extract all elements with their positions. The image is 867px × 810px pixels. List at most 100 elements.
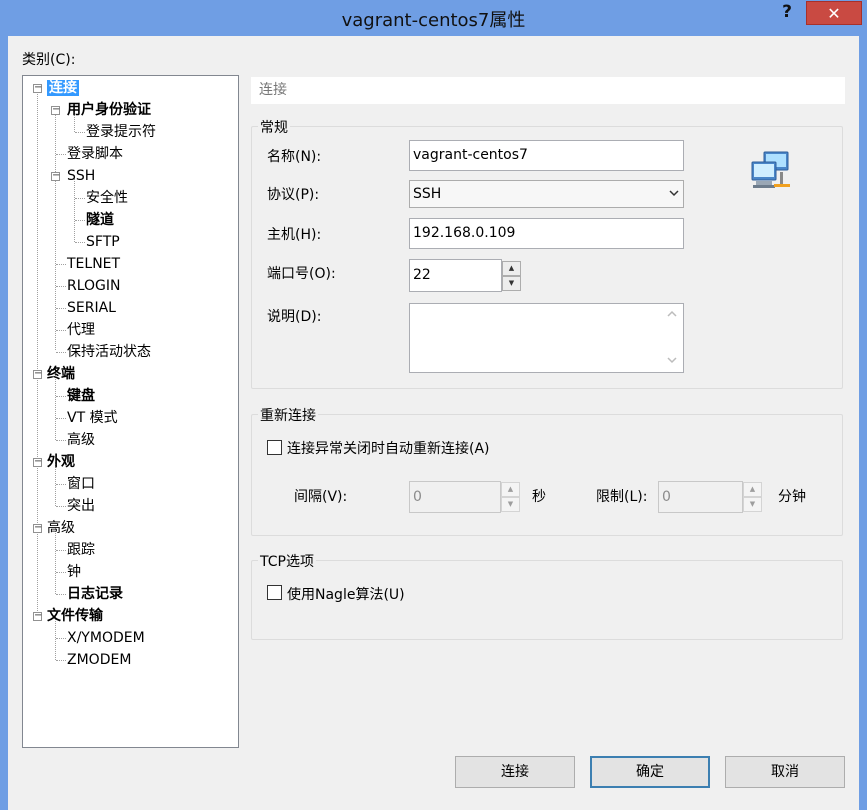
tree-item-keyboard[interactable]: 键盘 (67, 386, 95, 406)
tree-item-label: VT 模式 (67, 410, 118, 426)
collapse-icon[interactable]: − (51, 105, 60, 115)
name-field[interactable]: vagrant-centos7 (409, 140, 684, 171)
tree-item-label: 日志记录 (67, 586, 123, 602)
tree-item-xymodem[interactable]: X/YMODEM (67, 628, 145, 648)
spin-down-icon[interactable]: ▼ (502, 276, 521, 291)
interval-field[interactable]: 0 (409, 481, 501, 513)
tree-item-label: SERIAL (67, 300, 116, 316)
tree-item-advanced[interactable]: 高级 (47, 518, 75, 538)
tree-item-connection[interactable]: 连接 (47, 78, 79, 98)
limit-label: 限制(L): (596, 489, 648, 505)
tree-item-label: 用户身份验证 (67, 102, 151, 118)
spin-up-icon[interactable]: ▲ (502, 261, 521, 276)
collapse-icon[interactable]: − (33, 611, 42, 621)
tree-item-telnet[interactable]: TELNET (67, 254, 120, 274)
tree-item-label: 安全性 (86, 190, 128, 206)
tree-item-serial[interactable]: SERIAL (67, 298, 116, 318)
tree-item-vt-mode[interactable]: VT 模式 (67, 408, 118, 428)
tree-item-sftp[interactable]: SFTP (86, 232, 120, 252)
host-field[interactable]: 192.168.0.109 (409, 218, 684, 249)
interval-spinner[interactable]: ▲ ▼ (501, 482, 520, 512)
chevron-down-icon (669, 190, 679, 197)
tree-item-login-script[interactable]: 登录脚本 (67, 144, 123, 164)
tree-item-tunnel[interactable]: 隧道 (86, 210, 114, 230)
tree-connector (56, 440, 66, 441)
spin-down-icon[interactable]: ▼ (743, 497, 762, 512)
auto-reconnect-label: 连接异常关闭时自动重新连接(A) (287, 441, 490, 457)
port-field[interactable]: 22 (409, 259, 502, 292)
close-button[interactable]: ✕ (806, 1, 862, 25)
description-textarea[interactable] (409, 303, 684, 373)
tree-item-keepalive[interactable]: 保持活动状态 (67, 342, 151, 362)
tree-item-proxy[interactable]: 代理 (67, 320, 95, 340)
spin-down-icon[interactable]: ▼ (501, 497, 520, 512)
description-scrollbar[interactable] (662, 305, 682, 371)
tree-item-label: 高级 (67, 432, 95, 448)
spin-up-icon[interactable]: ▲ (743, 482, 762, 497)
tree-connector (56, 352, 66, 353)
cancel-button[interactable]: 取消 (725, 756, 845, 788)
network-computers-icon (751, 151, 790, 188)
tree-item-security[interactable]: 安全性 (86, 188, 128, 208)
tree-connector (56, 286, 66, 287)
tree-item-rlogin[interactable]: RLOGIN (67, 276, 121, 296)
tree-item-file-transfer[interactable]: 文件传输 (47, 606, 103, 626)
tree-item-logging[interactable]: 日志记录 (67, 584, 123, 604)
category-label: 类别(C): (22, 52, 76, 68)
collapse-icon[interactable]: − (33, 83, 42, 93)
tree-item-window[interactable]: 窗口 (67, 474, 95, 494)
tree-item-label: 登录提示符 (86, 124, 156, 140)
tree-item-label: 代理 (67, 322, 95, 338)
tree-item-terminal-advanced[interactable]: 高级 (67, 430, 95, 450)
nagle-label: 使用Nagle算法(U) (287, 587, 405, 603)
tree-connector (75, 242, 85, 243)
protocol-select[interactable]: SSH (409, 180, 684, 208)
tree-item-highlight[interactable]: 突出 (67, 496, 95, 516)
port-spinner[interactable]: ▲ ▼ (502, 261, 521, 291)
collapse-icon[interactable]: − (33, 457, 42, 467)
limit-field[interactable]: 0 (658, 481, 743, 513)
tree-connector (56, 638, 66, 639)
section-header: 连接 (251, 77, 845, 104)
collapse-icon[interactable]: − (51, 171, 60, 181)
help-button[interactable]: ? (770, 2, 804, 24)
tree-item-bell[interactable]: 钟 (67, 562, 81, 582)
tree-item-terminal[interactable]: 终端 (47, 364, 75, 384)
reconnect-group-title: 重新连接 (258, 405, 318, 425)
tree-item-ssh[interactable]: SSH (67, 166, 95, 186)
connect-button[interactable]: 连接 (455, 756, 575, 788)
ok-button[interactable]: 确定 (590, 756, 710, 788)
tree-connector (56, 506, 66, 507)
protocol-label: 协议(P): (267, 187, 320, 203)
category-tree[interactable]: − − − − − − − 连接 用户身份验证 登录提示符 登录脚本 SSH 安… (22, 75, 239, 748)
tree-item-label: 登录脚本 (67, 146, 123, 162)
nagle-checkbox[interactable] (267, 585, 282, 600)
tree-item-label: SSH (67, 168, 96, 184)
tree-item-login-prompt[interactable]: 登录提示符 (86, 122, 156, 142)
tree-item-label: 保持活动状态 (67, 344, 151, 360)
tree-item-auth[interactable]: 用户身份验证 (67, 100, 151, 120)
tree-connector (75, 220, 85, 221)
collapse-icon[interactable]: − (33, 523, 42, 533)
window-title: vagrant-centos7属性 (341, 10, 526, 31)
tree-connector (56, 418, 66, 419)
tree-item-label: 外观 (47, 454, 75, 470)
tree-item-label: TELNET (67, 256, 121, 272)
tree-item-label: X/YMODEM (67, 630, 145, 646)
tree-connector (56, 330, 66, 331)
auto-reconnect-checkbox[interactable] (267, 440, 282, 455)
title-bar: vagrant-centos7属性 ? ✕ (0, 0, 867, 36)
spin-up-icon[interactable]: ▲ (501, 482, 520, 497)
name-label: 名称(N): (267, 149, 322, 165)
tree-item-zmodem[interactable]: ZMODEM (67, 650, 131, 670)
tree-item-appearance[interactable]: 外观 (47, 452, 75, 472)
limit-spinner[interactable]: ▲ ▼ (743, 482, 762, 512)
tree-connector (56, 264, 66, 265)
tree-connector (55, 110, 56, 350)
tree-item-trace[interactable]: 跟踪 (67, 540, 95, 560)
general-group-title: 常规 (258, 117, 290, 137)
collapse-icon[interactable]: − (33, 369, 42, 379)
chevron-down-icon (667, 357, 677, 364)
tree-connector (56, 594, 66, 595)
host-label: 主机(H): (267, 227, 322, 243)
